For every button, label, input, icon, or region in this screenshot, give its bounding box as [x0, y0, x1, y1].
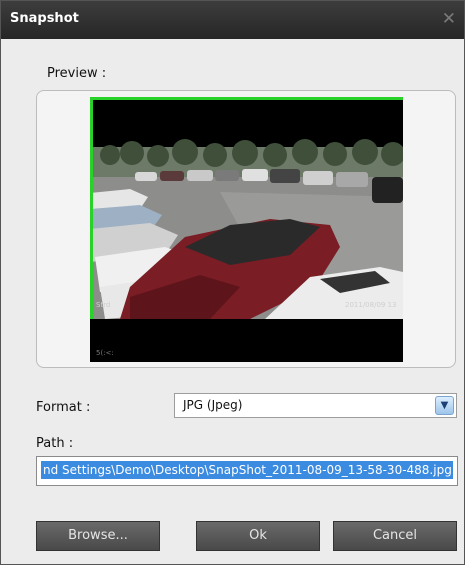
format-selected-value: JPG (Jpeg) — [183, 398, 243, 412]
path-input[interactable]: nd Settings\Demo\Desktop\SnapShot_2011-0… — [36, 456, 458, 486]
format-label: Format : — [36, 400, 91, 415]
selected-channel-border-left — [90, 97, 93, 319]
camera-preview-image: Strd 2011/08/09 13 5(:<: — [90, 97, 403, 362]
preview-label: Preview : — [47, 66, 107, 81]
selected-channel-border-top — [90, 97, 403, 100]
title-bar[interactable]: Snapshot ✕ — [1, 1, 464, 39]
browse-button[interactable]: Browse... — [36, 521, 160, 551]
svg-text:Strd: Strd — [96, 301, 110, 309]
svg-text:5(:<:: 5(:<: — [96, 349, 114, 357]
close-icon[interactable]: ✕ — [442, 9, 456, 29]
svg-text:2011/08/09 13: 2011/08/09 13 — [345, 301, 396, 309]
snapshot-dialog: Snapshot ✕ Preview : Strd 2011/08/09 13 … — [0, 0, 465, 565]
chevron-down-icon[interactable]: ▼ — [435, 396, 454, 415]
cancel-button[interactable]: Cancel — [333, 521, 457, 551]
path-input-value: nd Settings\Demo\Desktop\SnapShot_2011-0… — [41, 461, 453, 479]
format-dropdown[interactable]: JPG (Jpeg) ▼ — [174, 393, 457, 418]
ok-button[interactable]: Ok — [196, 521, 320, 551]
path-label: Path : — [36, 436, 74, 451]
dialog-title: Snapshot — [10, 11, 79, 26]
